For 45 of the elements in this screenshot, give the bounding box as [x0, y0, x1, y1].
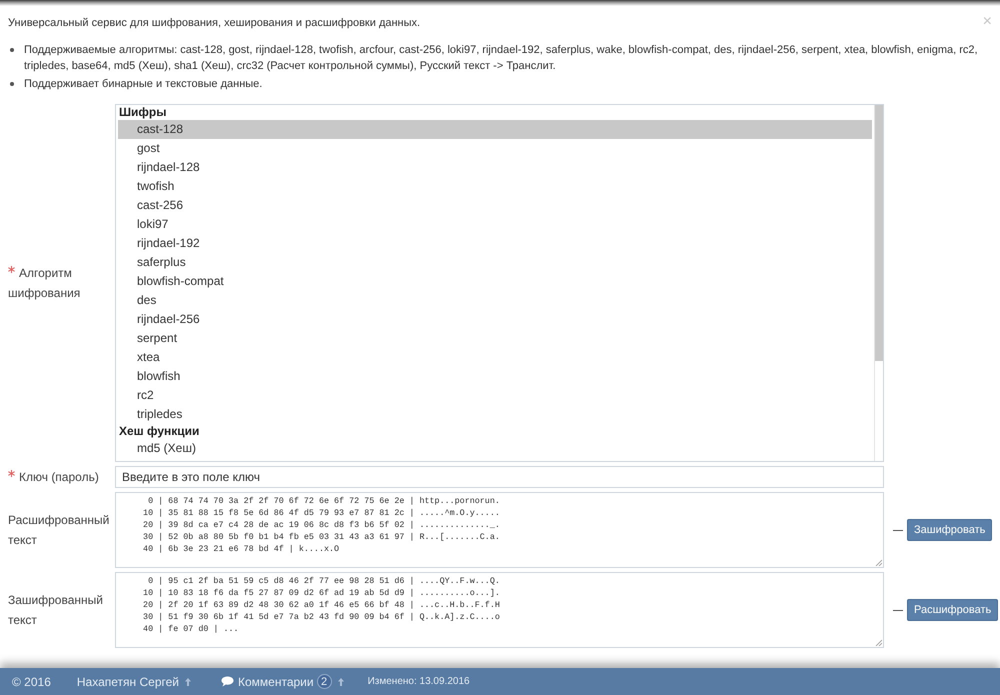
list-option[interactable]: blowfish-compat	[118, 272, 872, 291]
list-option[interactable]: gost	[118, 139, 872, 158]
hex-dump-field[interactable]: 0 | 68 74 74 70 3a 2f 2f 70 6f 72 6e 6f 72 75 6e 2e | http...pornorun. 10 | 35 81 88 15 f8 5e 6d 86 4f d5 79 93 e7 87 81 2c | .....^m.O.y..... 20 | 39 8d ca e7 c4 28 de ac 19 06 8c d8 f3 b6 5f 02 | .............._. 30 | 52 0b a8 80 5b f0 b1 b4 fb e5 03 31 43 a3 61 97 | R...[.......C.a. 40 | 6b 3e 23 21 e6 78 bd 4f | k....x.O	[115, 492, 884, 568]
list-option[interactable]: cast-256	[118, 196, 872, 215]
list-option[interactable]: rijndael-128	[118, 158, 872, 177]
field-label: Расшифрованный текст	[8, 513, 110, 547]
list-option[interactable]: rijndael-256	[118, 310, 872, 329]
list-option[interactable]: blowfish	[118, 367, 872, 386]
hex-dump-field[interactable]: 0 | 95 c1 2f ba 51 59 c5 d8 46 2f 77 ee 98 28 51 d6 | ....QY..F.w...Q. 10 | 10 83 18 f6 da f5 27 87 09 d2 6f ad 19 ab 5d d9 | ..........o...]. 20 | 2f 20 1f 63 89 d2 48 30 62 a0 1f 46 e5 66 bf 48 | ...c..H.b..F.f.H 30 | 51 f9 30 6b 1f 41 5d e7 7a b2 43 fd 90 09 b4 6f | Q..k.A].z.C....o 40 | fe 07 d0 | ...	[115, 572, 884, 648]
arrow-up-icon[interactable]	[338, 678, 344, 686]
list-option[interactable]: des	[118, 291, 872, 310]
field-label: Алгоритм шифрования	[8, 266, 80, 300]
action-button[interactable]: Зашифровать	[907, 519, 992, 541]
option-group-label: Хеш функции	[118, 424, 200, 439]
feature-text: Поддерживает бинарные и текстовые данные.	[24, 77, 262, 92]
list-option[interactable]: tripledes	[118, 405, 872, 424]
copyright-text: © 2016	[12, 674, 51, 688]
comment-count-badge: 2	[316, 674, 332, 689]
list-option[interactable]: saferplus	[118, 253, 872, 272]
notice-title: Универсальный сервис для шифрования, хеширования и расшифровки данных.	[8, 16, 420, 30]
list-option[interactable]: serpent	[118, 329, 872, 348]
list-option[interactable]: twofish	[118, 177, 872, 196]
author-link[interactable]: Нахапетян Сергей	[76, 674, 179, 688]
comments-link[interactable]: Комментарии	[238, 674, 314, 688]
bullet-icon	[10, 48, 14, 52]
list-option[interactable]: rc2	[118, 386, 872, 405]
list-option[interactable]: cast-128	[118, 120, 872, 139]
feature-text: Поддерживаемые алгоритмы: cast-128, gost, rijndael-128, twofish, arcfour, cast-256, loki97, rijndael-192, saferplus, wake, blowfish-compat, des, rijndael-256, serpent, xtea, blowfish, enigma, rc2, tripledes, base64, md5 (Хеш), sha1 (Хеш), crc32 (Расчет контрольной суммы), Русский текст -> Транслит.	[24, 43, 979, 74]
list-option[interactable]: rijndael-192	[118, 234, 872, 253]
resize-grip-icon[interactable]	[875, 559, 882, 566]
bullet-icon	[10, 82, 14, 86]
scrollbar-thumb[interactable]	[875, 105, 883, 361]
speech-bubble-icon	[221, 676, 234, 687]
algorithm-listbox[interactable]: Шифры cast-128 gost rijndael-128 twofish cast-256 loki97 rijndael-192 saferplus blowfish-compat des rijndael-256 serpent xtea blowfish rc2 tripledes Хеш функции md5 (Хеш)	[115, 104, 884, 462]
key-field[interactable]: Введите в это поле ключ	[115, 466, 884, 488]
arrow-up-icon[interactable]	[185, 678, 191, 686]
field-label: Ключ (пароль)	[19, 470, 99, 484]
list-option[interactable]: xtea	[118, 348, 872, 367]
action-button[interactable]: Расшифровать	[907, 599, 998, 621]
modified-date: Изменено: 13.09.2016	[368, 676, 470, 687]
list-option[interactable]: md5 (Хеш)	[118, 439, 872, 458]
field-label: Зашифрованный текст	[8, 593, 103, 627]
option-group-label: Шифры	[118, 105, 168, 120]
resize-grip-icon[interactable]	[875, 639, 882, 646]
list-option[interactable]: loki97	[118, 215, 872, 234]
